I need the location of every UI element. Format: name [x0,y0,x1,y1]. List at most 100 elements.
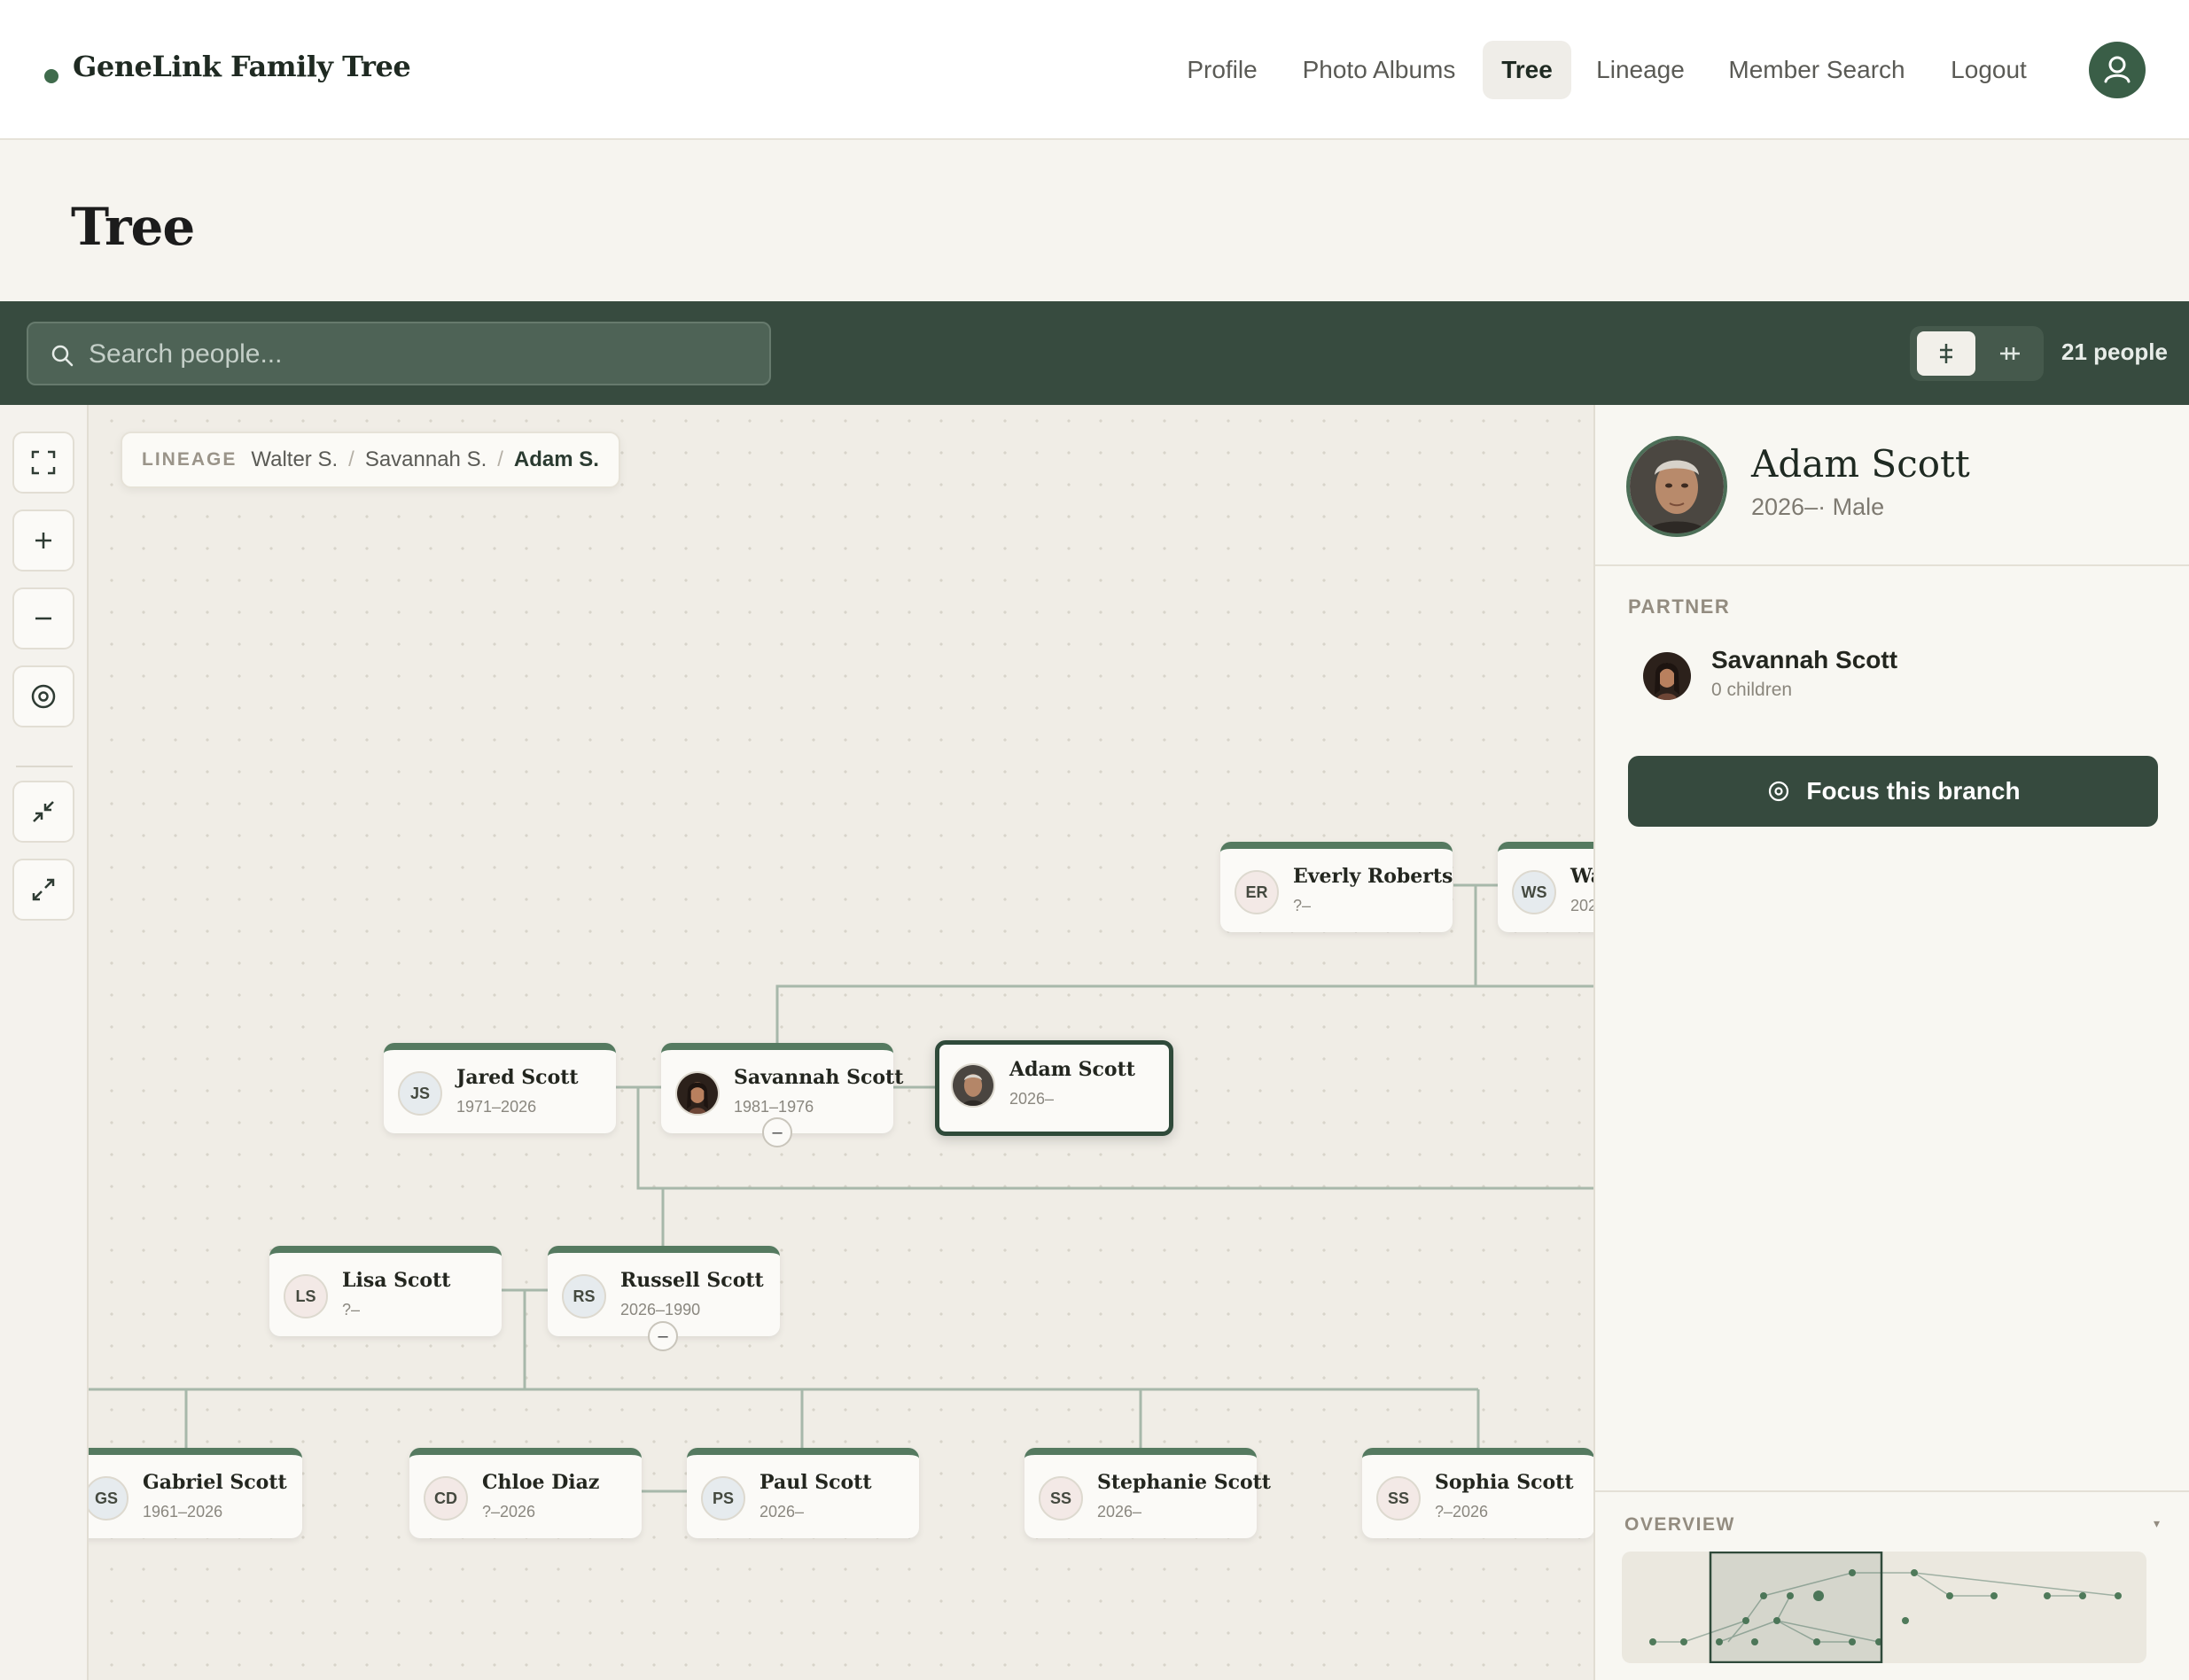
brand-dot-icon [44,69,58,83]
overview-toggle-icon[interactable]: ▾ [2154,1516,2160,1531]
person-dates: 2026– [1570,897,1593,914]
vertical-layout-icon [1940,344,1952,363]
minimap-viewport[interactable] [1709,1552,1883,1663]
person-name: Savannah Scott [734,1066,904,1089]
person-name: Everly Roberts [1293,865,1453,888]
person-name: Lisa Scott [342,1269,451,1292]
person-card-paul-scott[interactable]: PS Paul Scott 2026– [687,1448,919,1538]
top-navigation: GeneLink Family Tree Profile Photo Album… [0,0,2189,140]
plus-icon [35,533,51,548]
person-dates: ?–2026 [1435,1503,1489,1521]
canvas-tool-rail [0,405,89,1680]
horizontal-layout-button[interactable] [1981,331,2039,376]
person-card-stephanie-scott[interactable]: SS Stephanie Scott 2026– [1024,1448,1271,1538]
user-avatar-button[interactable] [2089,42,2146,98]
zoom-out-button[interactable] [12,587,74,649]
person-avatar: PS [701,1476,745,1521]
person-avatar: SS [1039,1476,1083,1521]
female-portrait-icon [1643,652,1691,700]
page-title: Tree [71,197,195,257]
nav-profile[interactable]: Profile [1170,41,1274,99]
nav-logout[interactable]: Logout [1941,41,2037,99]
male-portrait-icon [953,1065,993,1106]
focus-branch-label: Focus this branch [1806,777,2021,805]
vertical-layout-button[interactable] [1917,331,1975,376]
brand-title[interactable]: GeneLink Family Tree [73,50,411,83]
person-avatar: WS [1512,870,1556,914]
collapse-savannah-branch-button[interactable]: – [762,1117,792,1147]
overview-title[interactable]: OVERVIEW [1624,1514,1735,1536]
nav-photo-albums[interactable]: Photo Albums [1290,41,1468,99]
person-dates: 1961–2026 [143,1503,223,1521]
person-photo [951,1063,995,1108]
search-icon [51,345,74,367]
partner-children-count: 0 children [1711,680,1793,700]
people-count: 21 people [2061,338,2168,365]
female-portrait-icon [677,1073,718,1114]
partner-section-title: PARTNER [1628,595,1731,618]
person-name: Walter Scott [1570,865,1593,888]
person-name: Jared Scott [456,1066,579,1089]
person-name: Adam Scott [1009,1058,1135,1081]
breadcrumb-separator: / [348,447,354,471]
person-dates: 2026– [760,1503,805,1521]
person-dates: 1981–1976 [734,1098,814,1116]
person-name: Paul Scott [760,1471,872,1494]
nav-lineage[interactable]: Lineage [1586,41,1694,99]
collapse-russell-branch-button[interactable]: – [648,1321,678,1351]
person-card-chloe-diaz[interactable]: CD Chloe Diaz ?–2026 [409,1448,642,1538]
focus-branch-button[interactable]: Focus this branch [1628,756,2158,827]
partner-name[interactable]: Savannah Scott [1711,646,1897,674]
expand-arrows-icon [32,878,55,901]
person-name: Sophia Scott [1435,1471,1574,1494]
person-details-panel: Adam Scott 2026–· Male PARTNER Savannah … [1593,405,2189,1680]
person-avatar: JS [398,1071,442,1116]
person-card-walter-scott[interactable]: WS Walter Scott 2026– [1498,842,1593,932]
person-card-everly-roberts[interactable]: ER Everly Roberts ?– [1220,842,1453,932]
lineage-crumb-current: Adam S. [513,447,599,471]
view-toggle [1910,326,2044,381]
selected-person-photo [1626,436,1727,537]
partner-photo[interactable] [1643,652,1691,700]
nav-tree[interactable]: Tree [1483,41,1571,99]
center-selected-button[interactable] [12,665,74,727]
male-portrait-icon [1630,439,1724,533]
lineage-crumb[interactable]: Walter S. [251,447,338,472]
collapse-arrows-icon [33,801,54,822]
person-avatar: RS [562,1274,606,1318]
person-dates: ?– [342,1301,361,1318]
person-photo [675,1071,720,1116]
zoom-in-button[interactable] [12,509,74,572]
fullscreen-icon [31,450,56,475]
person-dates: 2026–1990 [620,1301,701,1318]
selected-person-name: Adam Scott [1751,442,1970,486]
expand-all-button[interactable] [12,859,74,921]
lineage-label: LINEAGE [142,449,238,470]
person-dates: 2026– [1097,1503,1142,1521]
fit-to-screen-button[interactable] [12,432,74,494]
target-icon [1769,781,1789,802]
person-card-lisa-scott[interactable]: LS Lisa Scott ?– [269,1246,502,1336]
search-box[interactable] [27,322,771,385]
user-icon [2104,56,2131,83]
lineage-crumb[interactable]: Savannah S. [365,447,487,472]
collapse-all-button[interactable] [12,781,74,843]
person-avatar: CD [424,1476,468,1521]
tree-canvas[interactable]: ER Everly Roberts ?– WS Walter Scott 202… [0,405,1593,1680]
person-dates: ?– [1293,897,1312,914]
overview-divider [1595,1490,2189,1492]
search-input[interactable] [89,332,744,377]
person-card-sophia-scott[interactable]: SS Sophia Scott ?–2026 [1362,1448,1593,1538]
selected-person-meta: 2026–· Male [1751,494,1885,520]
person-card-jared-scott[interactable]: JS Jared Scott 1971–2026 [384,1043,616,1133]
person-card-gabriel-scott[interactable]: GS Gabriel Scott 1961–2026 [70,1448,302,1538]
nav-member-search[interactable]: Member Search [1719,41,1914,99]
person-avatar: LS [284,1274,328,1318]
person-dates: 1971–2026 [456,1098,537,1116]
target-icon [31,684,56,709]
person-name: Gabriel Scott [143,1471,287,1494]
person-name: Chloe Diaz [482,1471,600,1494]
person-card-adam-scott[interactable]: Adam Scott 2026– [935,1040,1173,1136]
overview-minimap[interactable] [1622,1552,2146,1663]
breadcrumb-separator: / [497,447,503,471]
